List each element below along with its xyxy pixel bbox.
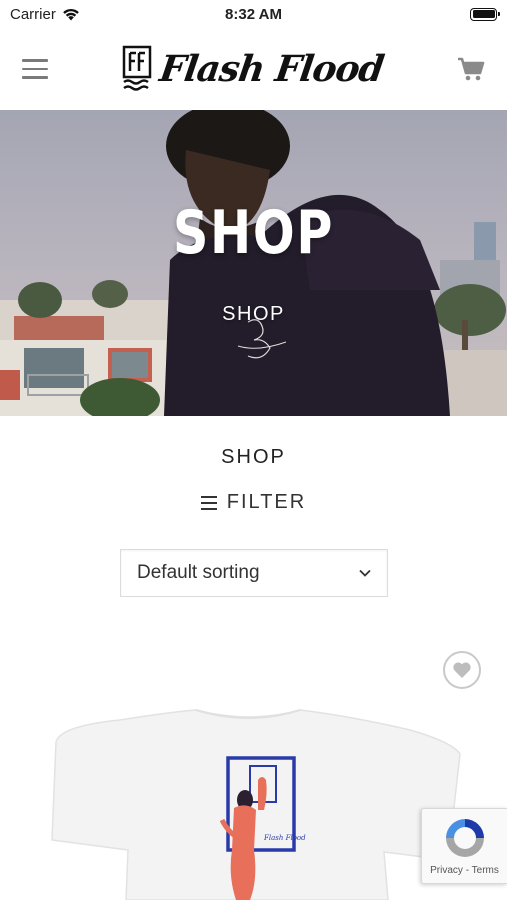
logo[interactable]: Flash Flood bbox=[122, 45, 386, 93]
logo-mark-icon bbox=[122, 45, 152, 91]
page-title: SHOP bbox=[221, 446, 286, 468]
wishlist-button[interactable] bbox=[443, 651, 481, 689]
privacy-link[interactable]: Privacy bbox=[430, 865, 463, 876]
status-left: Carrier bbox=[10, 6, 80, 23]
status-bar: Carrier 8:32 AM bbox=[0, 0, 507, 28]
recaptcha-links: Privacy - Terms bbox=[430, 865, 499, 876]
hero-breadcrumb[interactable]: SHOP bbox=[0, 303, 507, 326]
filter-label: FILTER bbox=[226, 491, 307, 513]
hero-title: SHOP bbox=[172, 198, 335, 268]
site-header: Flash Flood bbox=[0, 28, 507, 110]
heart-icon bbox=[453, 662, 471, 678]
cart-icon[interactable] bbox=[457, 56, 485, 82]
wifi-icon bbox=[63, 8, 79, 20]
terms-link[interactable]: Terms bbox=[472, 865, 499, 876]
svg-text:Flash Flood: Flash Flood bbox=[263, 834, 306, 842]
filter-button[interactable]: FILTER bbox=[0, 491, 507, 514]
sort-dropdown[interactable]: Default sorting bbox=[120, 549, 388, 597]
sort-selected-value: Default sorting bbox=[137, 562, 260, 583]
recaptcha-icon bbox=[445, 819, 484, 857]
logo-text: Flash Flood bbox=[157, 48, 386, 90]
chevron-down-icon bbox=[359, 569, 371, 577]
hero-banner: SHOP SHOP bbox=[0, 110, 507, 416]
link-separator: - bbox=[462, 865, 472, 876]
battery-icon bbox=[470, 7, 500, 21]
hamburger-icon[interactable] bbox=[22, 59, 48, 79]
recaptcha-badge[interactable]: Privacy - Terms bbox=[421, 808, 507, 884]
filter-icon bbox=[200, 495, 217, 510]
carrier-label: Carrier bbox=[10, 5, 56, 23]
